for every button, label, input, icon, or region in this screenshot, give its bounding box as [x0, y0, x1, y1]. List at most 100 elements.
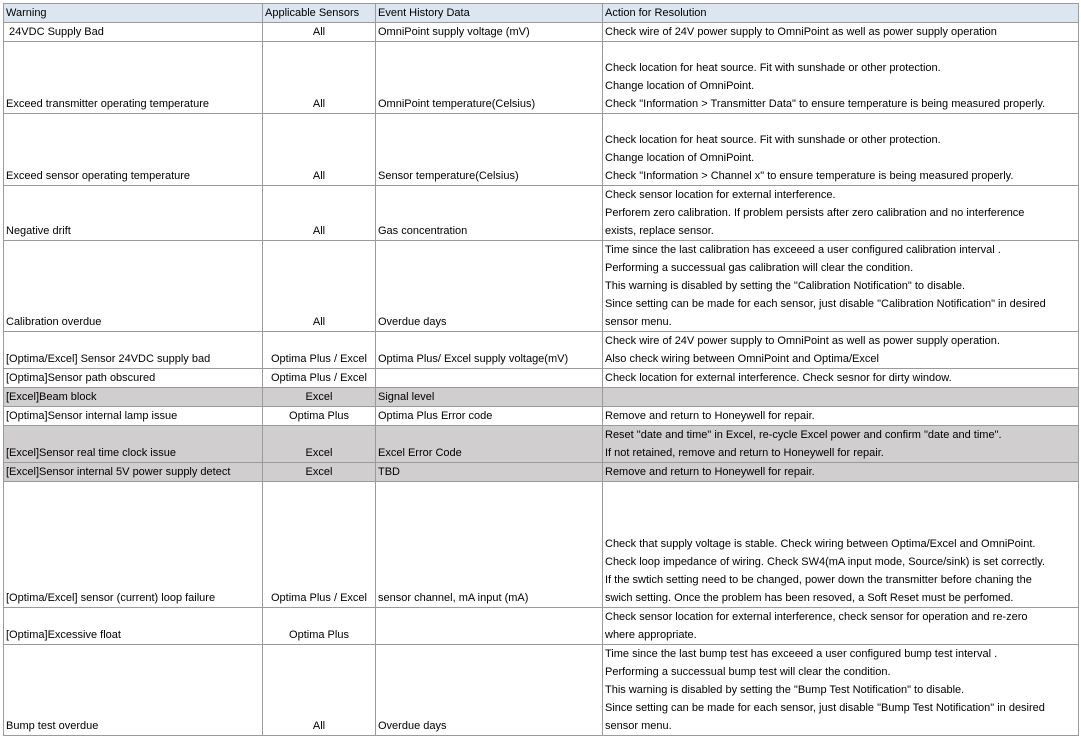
- action-line: Reset "date and time" in Excel, re-cycle…: [605, 429, 1002, 441]
- action-line: Check loop impedance of wiring. Check SW…: [605, 556, 1045, 568]
- cell-action-for-resolution[interactable]: Reset "date and time" in Excel, re-cycle…: [602, 425, 1079, 463]
- table-row: Calibration overdue All Overdue days Time s…: [3, 240, 1079, 332]
- cell-applicable-sensors[interactable]: Excel: [262, 425, 376, 463]
- action-line: Remove and return to Honeywell for repai…: [605, 410, 815, 422]
- table-row: [Optima/Excel] sensor (current) loop fai…: [3, 481, 1079, 608]
- cell-event-history-data[interactable]: OmniPoint supply voltage (mV): [375, 22, 603, 42]
- cell-event-history-data[interactable]: OmniPoint temperature(Celsius): [375, 41, 603, 114]
- cell-applicable-sensors[interactable]: Optima Plus: [262, 406, 376, 426]
- cell-applicable-sensors[interactable]: All: [262, 240, 376, 332]
- cell-applicable-sensors[interactable]: Excel: [262, 462, 376, 482]
- cell-warning[interactable]: [Optima]Excessive float: [3, 607, 263, 645]
- action-line: sensor menu.: [605, 720, 672, 732]
- cell-action-for-resolution[interactable]: Remove and return to Honeywell for repai…: [602, 406, 1079, 426]
- action-line: Time since the last bump test has exceee…: [605, 648, 998, 660]
- table-row: Exceed transmitter operating temperature…: [3, 41, 1079, 114]
- cell-warning[interactable]: [Excel]Beam block: [3, 387, 263, 407]
- action-line: exists, replace sensor.: [605, 225, 714, 237]
- action-line: Check sensor location for external inter…: [605, 189, 836, 201]
- cell-event-history-data[interactable]: Signal level: [375, 387, 603, 407]
- action-line: Check wire of 24V power supply to OmniPo…: [605, 335, 1000, 347]
- cell-action-for-resolution[interactable]: Check location for external interference…: [602, 368, 1079, 388]
- cell-action-for-resolution[interactable]: Check wire of 24V power supply to OmniPo…: [602, 331, 1079, 369]
- cell-event-history-data[interactable]: [375, 368, 603, 388]
- cell-warning[interactable]: [Optima]Sensor path obscured: [3, 368, 263, 388]
- cell-warning[interactable]: Exceed sensor operating temperature: [3, 113, 263, 186]
- action-line: Since setting can be made for each senso…: [605, 702, 1045, 714]
- cell-action-for-resolution[interactable]: Time since the last calibration has exce…: [602, 240, 1079, 332]
- action-line: Performing a successual bump test will c…: [605, 666, 891, 678]
- header-event-history-data[interactable]: Event History Data: [375, 3, 603, 23]
- action-line: Check location for external interference…: [605, 372, 952, 384]
- cell-warning[interactable]: [Excel]Sensor internal 5V power supply d…: [3, 462, 263, 482]
- cell-warning[interactable]: 24VDC Supply Bad: [3, 22, 263, 42]
- action-line: Remove and return to Honeywell for repai…: [605, 466, 815, 478]
- table-row: [Optima]Sensor internal lamp issue Optima…: [3, 406, 1079, 426]
- header-action-for-resolution[interactable]: Action for Resolution: [602, 3, 1079, 23]
- header-applicable-sensors[interactable]: Applicable Sensors: [262, 3, 376, 23]
- cell-action-for-resolution[interactable]: Check sensor location for external inter…: [602, 607, 1079, 645]
- cell-event-history-data[interactable]: sensor channel, mA input (mA): [375, 481, 603, 608]
- cell-event-history-data[interactable]: Overdue days: [375, 240, 603, 332]
- table-row: [Excel]Sensor internal 5V power supply d…: [3, 462, 1079, 482]
- table-row: 24VDC Supply Bad All OmniPoint supply volt…: [3, 22, 1079, 42]
- cell-applicable-sensors[interactable]: Optima Plus / Excel: [262, 481, 376, 608]
- cell-action-for-resolution[interactable]: Remove and return to Honeywell for repai…: [602, 462, 1079, 482]
- cell-applicable-sensors[interactable]: All: [262, 41, 376, 114]
- cell-event-history-data[interactable]: Excel Error Code: [375, 425, 603, 463]
- action-line: Performing a successual gas calibration …: [605, 262, 914, 274]
- table-row: [Excel]Beam block Excel Signal level: [3, 387, 1079, 407]
- cell-applicable-sensors[interactable]: Excel: [262, 387, 376, 407]
- table-row: [Excel]Sensor real time clock issue Excel…: [3, 425, 1079, 463]
- action-line: Perforem zero calibration. If problem pe…: [605, 207, 1025, 219]
- cell-warning[interactable]: [Excel]Sensor real time clock issue: [3, 425, 263, 463]
- cell-warning[interactable]: [Optima/Excel] Sensor 24VDC supply bad: [3, 331, 263, 369]
- cell-applicable-sensors[interactable]: All: [262, 22, 376, 42]
- cell-applicable-sensors[interactable]: All: [262, 185, 376, 241]
- action-line: Since setting can be made for each senso…: [605, 298, 1046, 310]
- action-line: If not retained, remove and return to Ho…: [605, 447, 884, 459]
- cell-applicable-sensors[interactable]: All: [262, 113, 376, 186]
- action-line: Change location of OmniPoint.: [605, 152, 755, 164]
- cell-action-for-resolution[interactable]: Check that supply voltage is stable. Che…: [602, 481, 1079, 608]
- cell-action-for-resolution[interactable]: Check location for heat source. Fit with…: [602, 41, 1079, 114]
- cell-applicable-sensors[interactable]: Optima Plus: [262, 607, 376, 645]
- header-warning[interactable]: Warning: [3, 3, 263, 23]
- action-line: This warning is disabled by setting the …: [605, 684, 965, 696]
- table-row: Negative drift All Gas concentration Check …: [3, 185, 1079, 241]
- action-line: swich setting. Once the problem has been…: [605, 592, 1014, 604]
- action-line: Check location for heat source. Fit with…: [605, 134, 941, 146]
- cell-warning[interactable]: Exceed transmitter operating temperature: [3, 41, 263, 114]
- cell-action-for-resolution[interactable]: Check wire of 24V power supply to OmniPo…: [602, 22, 1079, 42]
- action-line: sensor menu.: [605, 316, 672, 328]
- action-line: Check "Information > Channel x" to ensur…: [605, 170, 1014, 182]
- action-line: This warning is disabled by setting the …: [605, 280, 965, 292]
- action-line: where appropriate.: [605, 629, 697, 641]
- cell-event-history-data[interactable]: Sensor temperature(Celsius): [375, 113, 603, 186]
- cell-warning[interactable]: [Optima/Excel] sensor (current) loop fai…: [3, 481, 263, 608]
- table-row: Exceed sensor operating temperature All Se…: [3, 113, 1079, 186]
- table-row: [Optima/Excel] Sensor 24VDC supply bad Op…: [3, 331, 1079, 369]
- cell-event-history-data[interactable]: TBD: [375, 462, 603, 482]
- cell-applicable-sensors[interactable]: Optima Plus / Excel: [262, 368, 376, 388]
- cell-event-history-data[interactable]: Optima Plus/ Excel supply voltage(mV): [375, 331, 603, 369]
- cell-warning[interactable]: Calibration overdue: [3, 240, 263, 332]
- action-line: Check sensor location for external inter…: [605, 611, 1028, 623]
- action-line: If the swtich setting need to be changed…: [605, 574, 1032, 586]
- cell-action-for-resolution[interactable]: Check location for heat source. Fit with…: [602, 113, 1079, 186]
- cell-applicable-sensors[interactable]: Optima Plus / Excel: [262, 331, 376, 369]
- cell-event-history-data[interactable]: Gas concentration: [375, 185, 603, 241]
- action-line: Time since the last calibration has exce…: [605, 244, 1001, 256]
- cell-action-for-resolution[interactable]: [602, 387, 1079, 407]
- warnings-table: Warning Applicable Sensors Event History…: [3, 3, 1079, 736]
- action-line: Change location of OmniPoint.: [605, 80, 755, 92]
- cell-warning[interactable]: [Optima]Sensor internal lamp issue: [3, 406, 263, 426]
- action-line: Check location for heat source. Fit with…: [605, 62, 941, 74]
- action-line: [605, 389, 1076, 406]
- cell-action-for-resolution[interactable]: Check sensor location for external inter…: [602, 185, 1079, 241]
- cell-event-history-data[interactable]: [375, 607, 603, 645]
- cell-warning[interactable]: Negative drift: [3, 185, 263, 241]
- action-line: Also check wiring between OmniPoint and …: [605, 353, 879, 365]
- cell-event-history-data[interactable]: Optima Plus Error code: [375, 406, 603, 426]
- header-row: Warning Applicable Sensors Event History…: [3, 3, 1079, 23]
